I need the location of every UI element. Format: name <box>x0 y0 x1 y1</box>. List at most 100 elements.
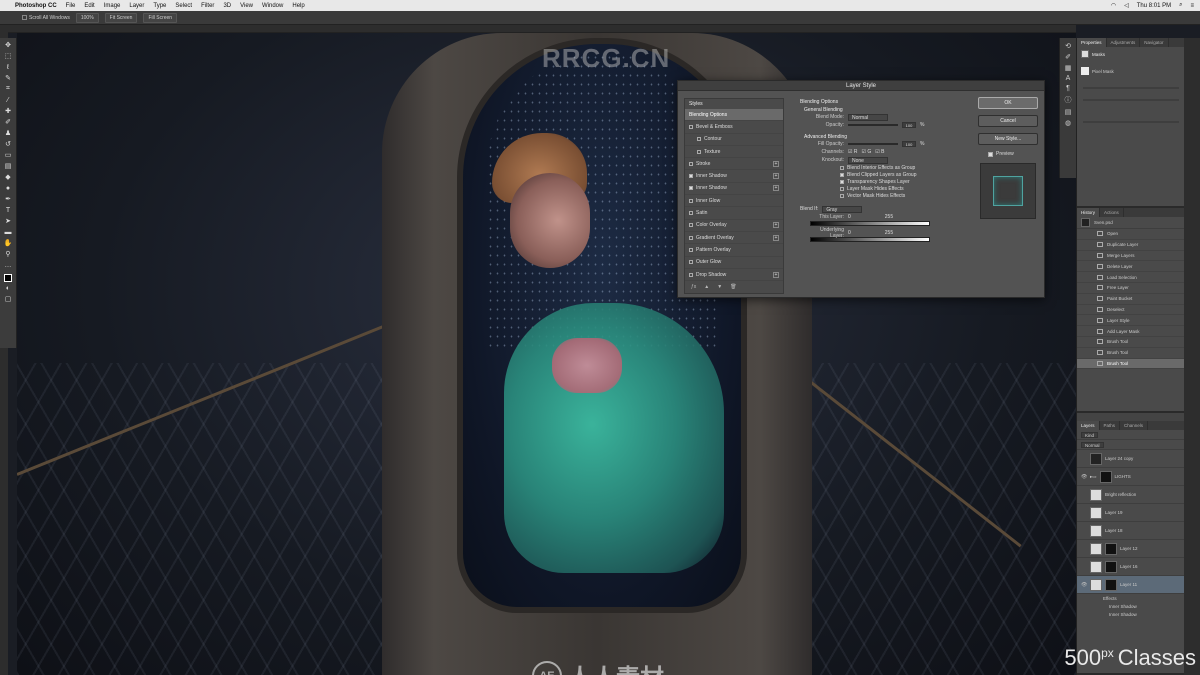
history-step[interactable]: Brush Tool <box>1077 348 1185 359</box>
cancel-button[interactable]: Cancel <box>978 115 1038 127</box>
fill-screen-button[interactable]: Fill Screen <box>143 12 178 23</box>
blur-tool-icon[interactable]: ◆ <box>2 172 14 182</box>
vector-mask-hides-checkbox-row[interactable]: Vector Mask Hides Effects <box>840 192 975 199</box>
volume-icon[interactable]: ◁ <box>1124 2 1129 9</box>
fill-opacity-slider[interactable] <box>848 143 898 145</box>
history-panel-icon[interactable]: ⟲ <box>1065 42 1071 50</box>
menu-image[interactable]: Image <box>104 3 121 9</box>
style-checkbox[interactable] <box>689 174 693 179</box>
shape-tool-icon[interactable]: ▬ <box>2 227 14 237</box>
channel-b-checkbox[interactable]: ☑ B <box>875 149 884 155</box>
menu-filter[interactable]: Filter <box>201 3 214 9</box>
tab-paths[interactable]: Paths <box>1100 421 1121 430</box>
ok-button[interactable]: OK <box>978 97 1038 109</box>
menu-3d[interactable]: 3D <box>223 3 231 9</box>
history-step[interactable]: Delete Layer <box>1077 261 1185 273</box>
blend-mode-select[interactable]: Normal <box>848 113 888 121</box>
brush-settings-icon[interactable]: ✐ <box>1065 53 1071 61</box>
menu-help[interactable]: Help <box>292 3 304 9</box>
lasso-tool-icon[interactable]: ℓ <box>2 62 14 72</box>
style-texture[interactable]: Texture <box>685 146 783 159</box>
gradient-tool-icon[interactable]: ▤ <box>2 161 14 171</box>
style-outer-glow[interactable]: Outer Glow <box>685 257 783 269</box>
tab-actions[interactable]: Actions <box>1100 208 1124 217</box>
tab-layers[interactable]: Layers <box>1077 421 1100 430</box>
style-drop-shadow[interactable]: Drop Shadow + <box>685 269 783 282</box>
style-checkbox[interactable] <box>697 149 701 154</box>
clock[interactable]: Thu 8:01 PM <box>1137 3 1171 9</box>
style-bevel-emboss[interactable]: Bevel & Emboss <box>685 121 783 134</box>
layer-row[interactable]: Layer 12 <box>1077 540 1185 558</box>
move-tool-icon[interactable]: ✥ <box>2 40 14 50</box>
history-step[interactable]: Add Layer Mask <box>1077 326 1185 337</box>
layer-effect-item[interactable]: Inner Shadow <box>1077 610 1185 618</box>
quick-mask-icon[interactable]: ◐ <box>2 283 14 293</box>
add-style-icon[interactable]: + <box>773 234 779 241</box>
eraser-tool-icon[interactable]: ▭ <box>2 150 14 160</box>
pen-tool-icon[interactable]: ✒ <box>2 194 14 204</box>
checkbox[interactable] <box>840 186 844 191</box>
style-contour[interactable]: Contour <box>685 134 783 146</box>
notes-panel-icon[interactable]: ▤ <box>1065 108 1072 116</box>
layer-group-row[interactable]: 👁 ▸▭ LIGHTS <box>1077 468 1185 486</box>
layer-row[interactable]: Layer 19 <box>1077 504 1185 522</box>
knockout-select[interactable]: None <box>848 156 888 164</box>
add-style-icon[interactable]: + <box>773 222 779 229</box>
style-gradient-overlay[interactable]: Gradient Overlay + <box>685 232 783 245</box>
eyedropper-tool-icon[interactable]: ⁄ <box>2 95 14 105</box>
blend-if-select[interactable]: Gray <box>822 205 863 213</box>
menu-file[interactable]: File <box>66 3 76 9</box>
channel-g-checkbox[interactable]: ☑ G <box>862 149 872 155</box>
checkbox[interactable] <box>840 165 844 170</box>
style-checkbox[interactable] <box>689 260 693 265</box>
folder-icon[interactable]: ▸▭ <box>1090 474 1097 480</box>
style-checkbox[interactable] <box>689 198 693 203</box>
layer-effect-item[interactable]: Inner Shadow <box>1077 602 1185 610</box>
style-blending-options[interactable]: Blending Options <box>685 109 783 122</box>
styles-panel-icon[interactable]: ◍ <box>1065 119 1071 127</box>
move-down-icon[interactable]: ▼ <box>717 284 722 290</box>
style-checkbox[interactable] <box>689 223 693 228</box>
style-inner-glow[interactable]: Inner Glow <box>685 195 783 208</box>
delete-effect-icon[interactable]: 🗑 <box>730 284 736 290</box>
density-slider[interactable] <box>1083 87 1179 89</box>
style-inner-shadow[interactable]: Inner Shadow + <box>685 170 783 183</box>
menu-window[interactable]: Window <box>262 3 283 9</box>
this-layer-gradient-slider[interactable] <box>810 221 930 226</box>
history-brush-icon[interactable]: ↺ <box>2 139 14 149</box>
checkbox[interactable] <box>840 193 844 198</box>
tab-navigator[interactable]: Navigator <box>1140 38 1169 47</box>
history-step[interactable]: Paint Bucket <box>1077 294 1185 305</box>
pixel-mask-row[interactable]: Pixel Mask <box>1077 65 1185 77</box>
transparency-shapes-checkbox-row[interactable]: Transparency Shapes Layer <box>840 178 975 185</box>
swatches-icon[interactable]: ▦ <box>1065 64 1072 72</box>
eye-icon[interactable]: 👁 <box>1081 582 1087 588</box>
character-panel-icon[interactable]: A <box>1066 75 1071 82</box>
style-checkbox[interactable] <box>689 211 693 216</box>
crop-tool-icon[interactable]: ⌗ <box>2 84 14 94</box>
style-inner-shadow-2[interactable]: Inner Shadow + <box>685 183 783 196</box>
move-up-icon[interactable]: ▲ <box>704 284 709 290</box>
layer-blend-mode-select[interactable]: Normal <box>1081 441 1104 448</box>
hand-tool-icon[interactable]: ✋ <box>2 238 14 248</box>
layer-kind-filter[interactable]: Kind <box>1081 431 1099 438</box>
tab-properties[interactable]: Properties <box>1077 38 1107 47</box>
menu-type[interactable]: Type <box>153 3 166 9</box>
type-tool-icon[interactable]: T <box>2 205 14 215</box>
blend-clipped-checkbox-row[interactable]: Blend Clipped Layers as Group <box>840 171 975 178</box>
refine-row[interactable] <box>1083 121 1179 123</box>
channel-r-checkbox[interactable]: ☑ R <box>848 149 858 155</box>
history-step[interactable]: Merge Layers <box>1077 251 1185 262</box>
history-snapshot[interactable]: Sven.psd <box>1077 217 1185 229</box>
path-select-tool-icon[interactable]: ➤ <box>2 216 14 226</box>
blend-interior-checkbox-row[interactable]: Blend Interior Effects as Group <box>840 164 975 171</box>
history-step[interactable]: Layer Style <box>1077 315 1185 327</box>
zoom-100-button[interactable]: 100% <box>75 12 99 23</box>
new-style-button[interactable]: New Style... <box>978 133 1038 145</box>
menu-edit[interactable]: Edit <box>84 3 94 9</box>
history-step[interactable]: Load Selection <box>1077 272 1185 283</box>
styles-header[interactable]: Styles <box>685 99 783 109</box>
tab-adjustments[interactable]: Adjustments <box>1107 38 1141 47</box>
style-stroke[interactable]: Stroke + <box>685 158 783 171</box>
style-checkbox[interactable] <box>697 137 701 142</box>
